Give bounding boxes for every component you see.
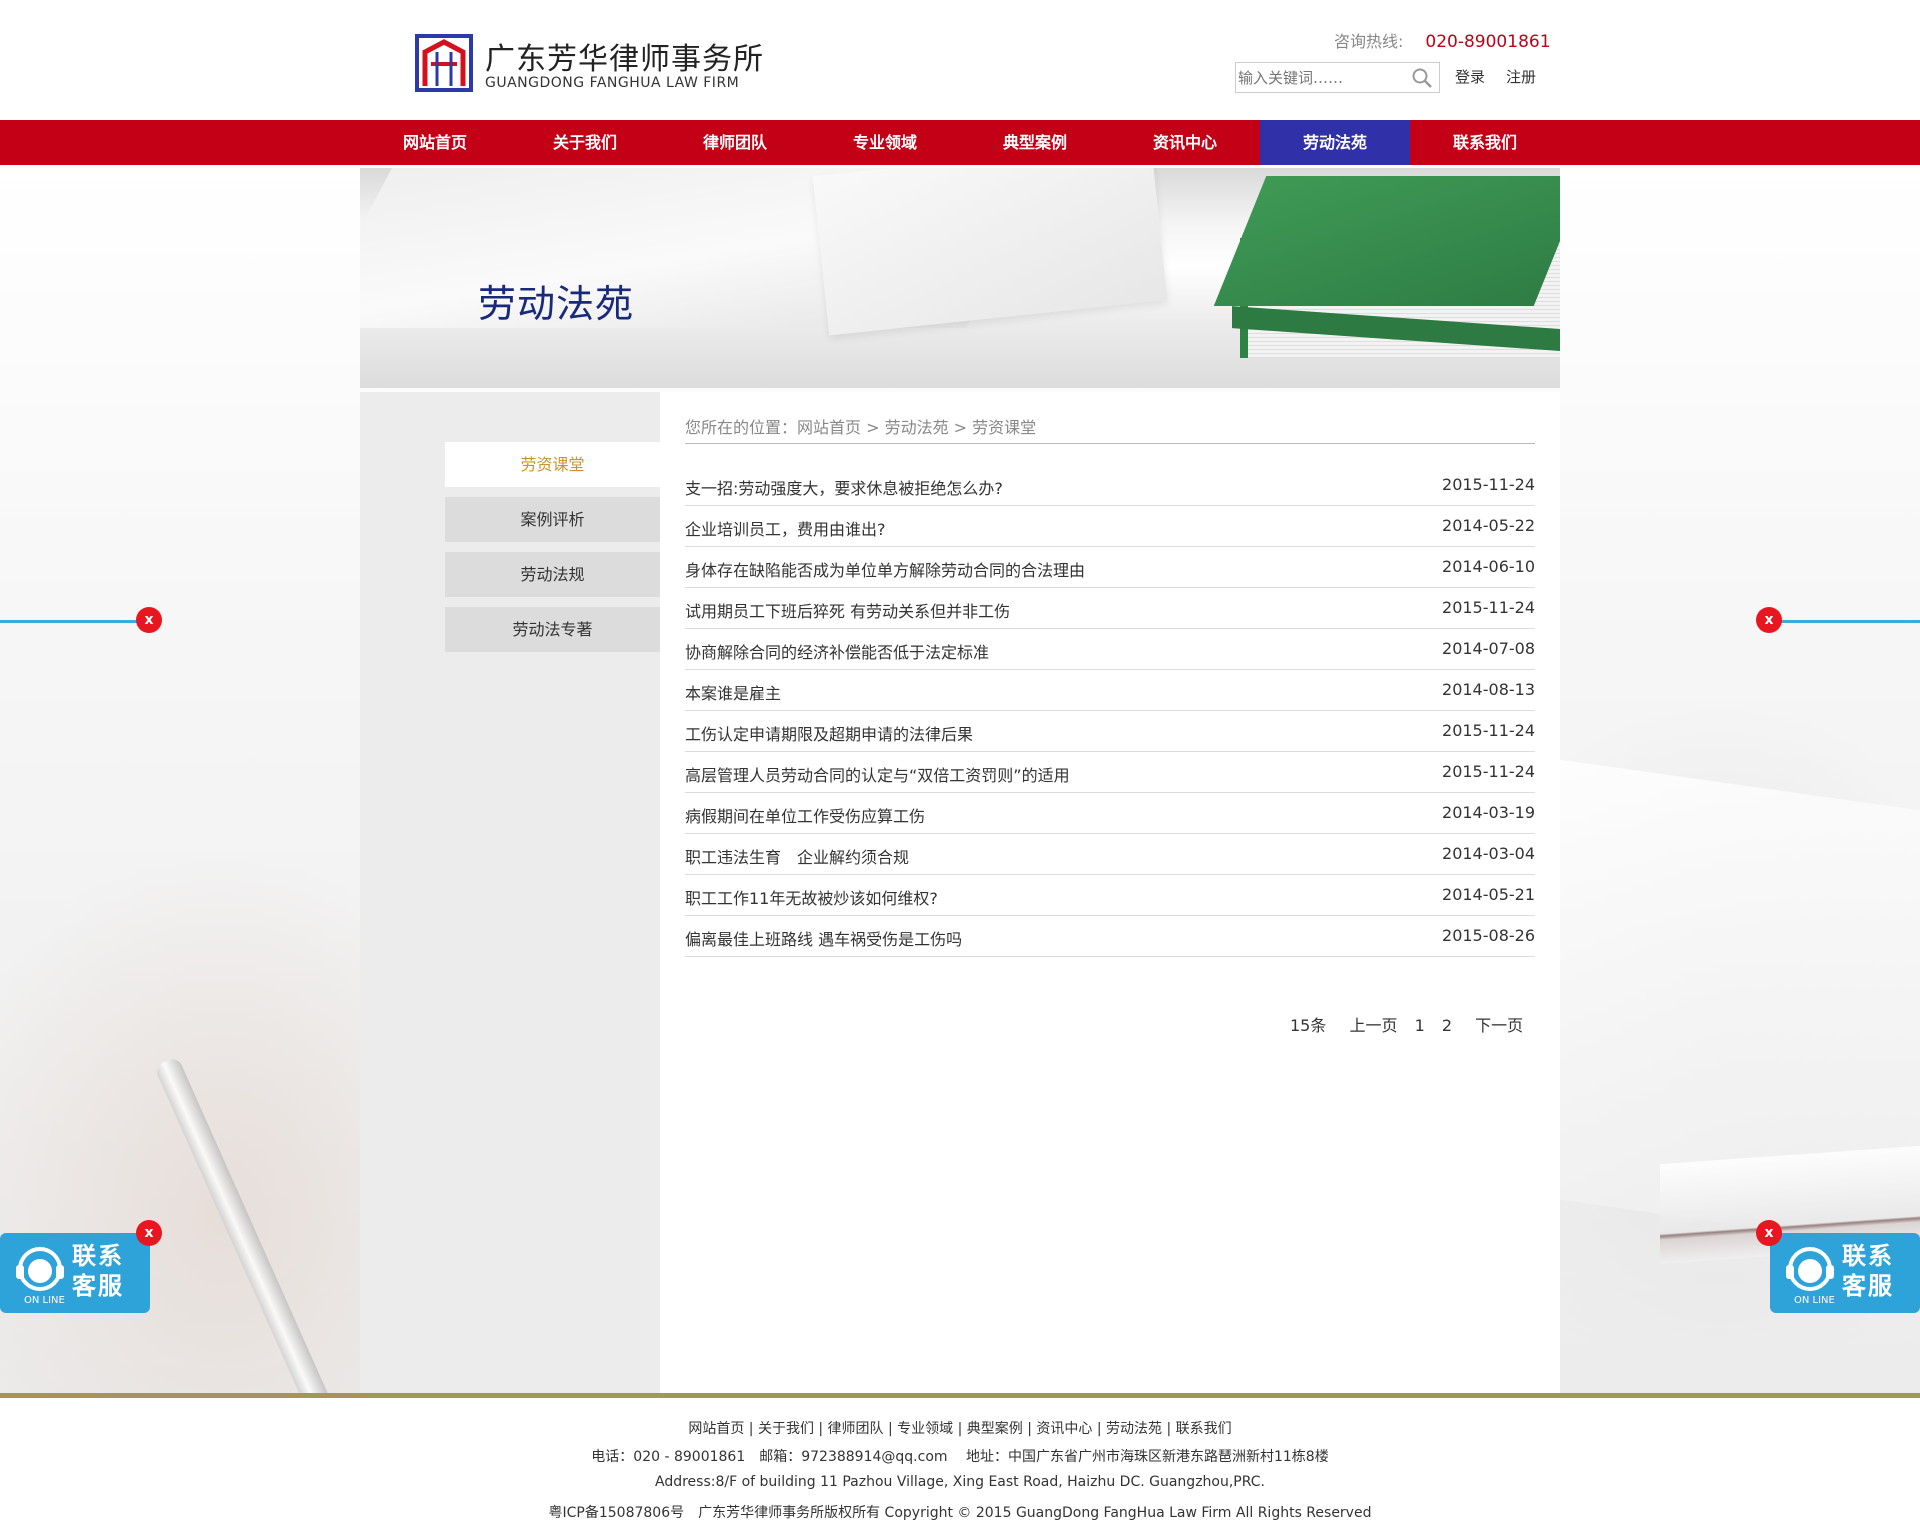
site-header: 广东芳华律师事务所 GUANGDONG FANGHUA LAW FIRM 咨询热… [0, 0, 1920, 120]
site-logo[interactable]: 广东芳华律师事务所 GUANGDONG FANGHUA LAW FIRM [415, 32, 775, 94]
nav-item-practice-areas[interactable]: 专业领域 [810, 120, 960, 165]
nav-item-home[interactable]: 网站首页 [360, 120, 510, 165]
sidebar-item-labor-class[interactable]: 劳资课堂 [445, 442, 660, 487]
customer-service-label: 联系 客服 [72, 1242, 124, 1300]
article-title[interactable]: 偏离最佳上班路线 遇车祸受伤是工伤吗 [685, 926, 962, 950]
article-date: 2014-05-21 [1442, 885, 1535, 904]
next-page-link[interactable]: 下一页 [1475, 1016, 1523, 1035]
search-icon[interactable] [1411, 67, 1433, 89]
sidebar-item-labor-monographs[interactable]: 劳动法专著 [445, 607, 660, 652]
banner-title: 劳动法苑 [478, 282, 635, 326]
article-list: 支一招:劳动强度大，要求休息被拒绝怎么办? 2015-11-24 企业培训员工，费… [685, 465, 1535, 957]
logo-chinese-name: 广东芳华律师事务所 [485, 42, 764, 77]
search-input[interactable] [1236, 63, 1401, 92]
article-date: 2015-11-24 [1442, 598, 1535, 617]
hotline-number: 020-89001861 [1425, 32, 1551, 52]
banner-book-cover [1213, 176, 1560, 306]
list-item[interactable]: 企业培训员工，费用由谁出? 2014-05-22 [685, 506, 1535, 547]
article-title[interactable]: 职工违法生育 企业解约须合规 [685, 844, 909, 868]
article-date: 2015-11-24 [1442, 475, 1535, 494]
list-item[interactable]: 职工工作11年无故被炒该如何维权? 2014-05-21 [685, 875, 1535, 916]
article-date: 2015-08-26 [1442, 926, 1535, 945]
article-date: 2014-06-10 [1442, 557, 1535, 576]
hotline-label: 咨询热线: [1334, 32, 1404, 51]
online-label: ON LINE [24, 1295, 65, 1306]
search-box [1235, 62, 1440, 93]
footer-address-en: Address:8/F of building 11 Pazhou Villag… [655, 1474, 1265, 1490]
footer-copyright: 粤ICP备15087806号 广东芳华律师事务所版权所有 Copyright ©… [548, 1505, 1372, 1521]
article-date: 2014-03-04 [1442, 844, 1535, 863]
page-banner: 劳动法苑 [360, 168, 1560, 388]
sidebar-item-case-analysis[interactable]: 案例评析 [445, 497, 660, 542]
nav-item-news[interactable]: 资讯中心 [1110, 120, 1260, 165]
right-widget-close-icon[interactable]: x [1756, 1220, 1782, 1246]
list-item[interactable]: 职工违法生育 企业解约须合规 2014-03-04 [685, 834, 1535, 875]
main-nav: 网站首页 关于我们 律师团队 专业领域 典型案例 资讯中心 劳动法苑 联系我们 [0, 120, 1920, 165]
page-link-1[interactable]: 1 [1415, 1016, 1425, 1035]
prev-page-link[interactable]: 上一页 [1349, 1016, 1397, 1035]
article-date: 2014-07-08 [1442, 639, 1535, 658]
article-date: 2015-11-24 [1442, 762, 1535, 781]
breadcrumb: 您所在的位置：网站首页 > 劳动法苑 > 劳资课堂 [685, 414, 1535, 444]
article-title[interactable]: 试用期员工下班后猝死 有劳动关系但并非工伤 [685, 598, 1010, 622]
list-item[interactable]: 支一招:劳动强度大，要求休息被拒绝怎么办? 2015-11-24 [685, 465, 1535, 506]
article-title[interactable]: 企业培训员工，费用由谁出? [685, 516, 886, 540]
hotline: 咨询热线: 020-89001861 [1334, 28, 1551, 52]
article-title[interactable]: 工伤认定申请期限及超期申请的法律后果 [685, 721, 973, 745]
register-link[interactable]: 注册 [1506, 66, 1536, 87]
nav-item-team[interactable]: 律师团队 [660, 120, 810, 165]
article-title[interactable]: 病假期间在单位工作受伤应算工伤 [685, 803, 925, 827]
list-item[interactable]: 身体存在缺陷能否成为单位单方解除劳动合同的合法理由 2014-06-10 [685, 547, 1535, 588]
customer-service-label: 联系 客服 [1842, 1242, 1894, 1300]
logo-english-name: GUANGDONG FANGHUA LAW FIRM [485, 75, 740, 91]
list-item[interactable]: 协商解除合同的经济补偿能否低于法定标准 2014-07-08 [685, 629, 1535, 670]
list-item[interactable]: 试用期员工下班后猝死 有劳动关系但并非工伤 2015-11-24 [685, 588, 1535, 629]
customer-service-widget-left[interactable]: 联系 客服 ON LINE [0, 1233, 150, 1313]
article-date: 2014-05-22 [1442, 516, 1535, 535]
article-date: 2015-11-24 [1442, 721, 1535, 740]
right-float-line [1760, 620, 1920, 623]
list-item[interactable]: 病假期间在单位工作受伤应算工伤 2014-03-19 [685, 793, 1535, 834]
nav-item-contact[interactable]: 联系我们 [1410, 120, 1560, 165]
list-item[interactable]: 工伤认定申请期限及超期申请的法律后果 2015-11-24 [685, 711, 1535, 752]
article-title[interactable]: 支一招:劳动强度大，要求休息被拒绝怎么办? [685, 475, 1003, 499]
article-title[interactable]: 职工工作11年无故被炒该如何维权? [685, 885, 938, 909]
list-item[interactable]: 高层管理人员劳动合同的认定与“双倍工资罚则”的适用 2015-11-24 [685, 752, 1535, 793]
nav-item-about[interactable]: 关于我们 [510, 120, 660, 165]
article-title[interactable]: 高层管理人员劳动合同的认定与“双倍工资罚则”的适用 [685, 762, 1070, 786]
article-date: 2014-08-13 [1442, 680, 1535, 699]
left-line-close-icon[interactable]: x [136, 607, 162, 633]
firm-logo-icon [415, 34, 473, 92]
article-date: 2014-03-19 [1442, 803, 1535, 822]
pen-decoration [153, 1056, 333, 1414]
article-title[interactable]: 协商解除合同的经济补偿能否低于法定标准 [685, 639, 989, 663]
footer-contact: 电话：020 - 89001861 邮箱：972388914@qq.com 地址… [591, 1449, 1329, 1465]
headset-icon [16, 1247, 64, 1291]
right-line-close-icon[interactable]: x [1756, 607, 1782, 633]
page-link-2[interactable]: 2 [1442, 1016, 1452, 1035]
article-title[interactable]: 本案谁是雇主 [685, 680, 781, 704]
main-content: 您所在的位置：网站首页 > 劳动法苑 > 劳资课堂 支一招:劳动强度大，要求休息… [660, 392, 1560, 1393]
sidebar-item-labor-regulations[interactable]: 劳动法规 [445, 552, 660, 597]
online-label: ON LINE [1794, 1295, 1835, 1306]
nav-item-labor-law[interactable]: 劳动法苑 [1260, 120, 1410, 165]
article-title[interactable]: 身体存在缺陷能否成为单位单方解除劳动合同的合法理由 [685, 557, 1085, 581]
customer-service-widget-right[interactable]: 联系 客服 ON LINE [1770, 1233, 1920, 1313]
site-footer: 网站首页 | 关于我们 | 律师团队 | 专业领域 | 典型案例 | 资讯中心 … [0, 1393, 1920, 1524]
pagination-total: 15条 [1290, 1016, 1327, 1035]
pagination: 15条 上一页 1 2 下一页 [1290, 1012, 1541, 1036]
banner-paper-image [812, 168, 1168, 336]
list-item[interactable]: 偏离最佳上班路线 遇车祸受伤是工伤吗 2015-08-26 [685, 916, 1535, 957]
list-item[interactable]: 本案谁是雇主 2014-08-13 [685, 670, 1535, 711]
headset-icon [1786, 1247, 1834, 1291]
left-widget-close-icon[interactable]: x [136, 1220, 162, 1246]
sidebar: 劳资课堂 案例评析 劳动法规 劳动法专著 [360, 392, 660, 1393]
footer-links[interactable]: 网站首页 | 关于我们 | 律师团队 | 专业领域 | 典型案例 | 资讯中心 … [0, 1418, 1920, 1438]
login-link[interactable]: 登录 [1455, 66, 1485, 87]
nav-item-cases[interactable]: 典型案例 [960, 120, 1110, 165]
